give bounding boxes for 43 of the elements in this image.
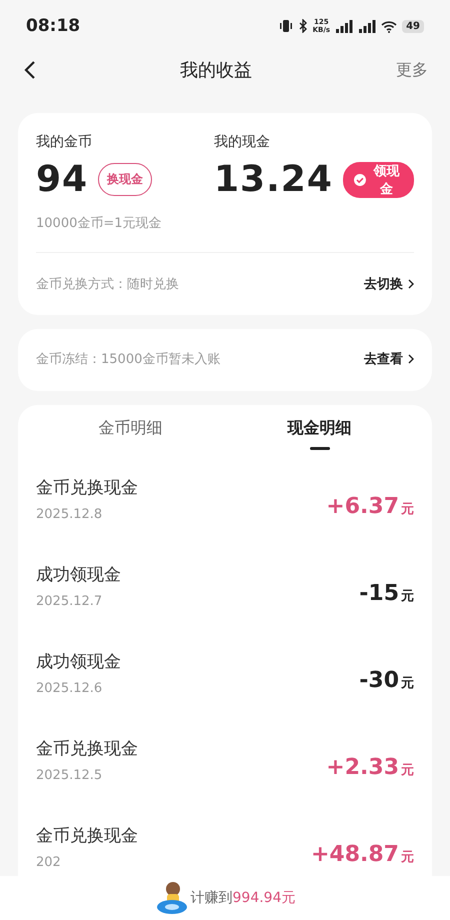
check-icon [354,172,366,186]
tab[interactable]: 现金明细 [225,405,414,455]
record-title: 金币兑换现金 [36,824,138,846]
balance-value: 13.24 [214,159,333,200]
vibrate-icon [278,19,293,33]
record-date: 2025.12.7 [36,594,104,608]
record-amount: +48.87 元 [310,841,414,867]
back-icon[interactable] [24,60,36,80]
more-link[interactable]: 更多 [396,60,428,80]
swim-ring-icon [154,880,188,916]
action-link[interactable]: 去切换 [364,275,414,293]
total-earned: 计赚到994.94元 [190,889,296,907]
record-date: 202 [36,854,62,870]
record-title: 成功领现金 [36,650,121,672]
page-title: 我的收益 [180,59,252,82]
tab[interactable]: 金币明细 [36,405,225,455]
chevron-icon [408,279,414,289]
status-time: 08:18 [26,16,80,36]
action-link[interactable]: 去查看 [364,350,414,368]
record-date: 2025.12.5 [36,768,104,782]
exchange-method: 金币兑换方式：随时兑换 [36,276,179,293]
chevron-icon [408,354,414,364]
record-title: 成功领现金 [36,564,121,586]
signal-icon [358,20,376,32]
record-amount: -15 元 [359,580,414,606]
balance-label: 我的金币 [36,133,92,151]
battery-icon: 49 [402,20,424,32]
record-amount: +2.33 元 [326,754,414,780]
balance-label: 我的现金 [214,133,270,151]
bluetooth-icon [298,19,308,33]
record-date: 2025.12.8 [36,506,104,522]
record-title: 金币兑换现金 [36,738,138,760]
record-amount: -30 元 [359,667,414,693]
record-date: 2025.12.6 [36,680,104,696]
signal-icon [335,20,354,32]
claim-cash-button[interactable]: 领现金 [342,162,414,198]
record-amount: +6.37 元 [326,493,414,519]
exchange-rate: 10000金币=1元现金 [36,215,163,232]
record-title: 金币兑换现金 [36,476,138,498]
balance-value: 94 [36,159,88,200]
wifi-icon [381,20,398,32]
frozen-note: 金币冻结：15000金币暂未入账 [36,351,220,368]
exchange-button[interactable]: 换现金 [98,163,152,196]
